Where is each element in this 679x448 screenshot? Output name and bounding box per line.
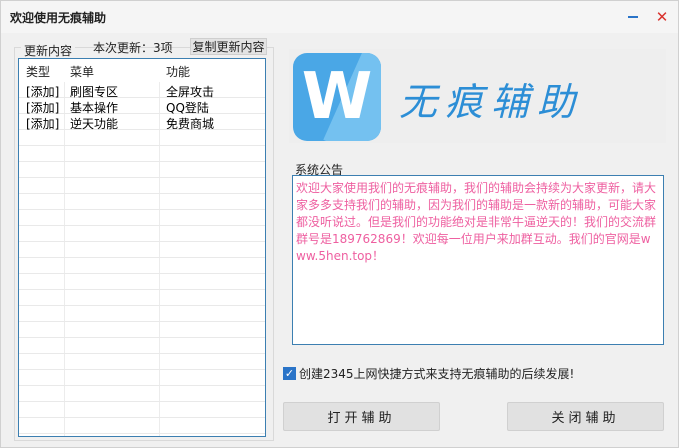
table-row[interactable] <box>19 322 265 338</box>
app-logo: W <box>293 53 381 141</box>
table-row[interactable] <box>19 306 265 322</box>
table-row[interactable]: [添加] 刷图专区 全屏攻击 <box>19 82 265 99</box>
table-row[interactable]: [添加] 逆天功能 免费商城 <box>19 114 265 131</box>
updates-list[interactable]: 类型 菜单 功能 [添加] 刷图专区 全屏攻击 [添加] 基本操作 QQ登陆 [添加] 逆天功… <box>18 58 266 437</box>
table-row[interactable] <box>19 162 265 178</box>
open-assistant-button[interactable]: 打开辅助 <box>283 402 440 431</box>
close-button[interactable]: ✕ <box>652 7 672 27</box>
column-header-function[interactable]: 功能 <box>166 63 190 80</box>
list-header: 类型 菜单 功能 <box>19 59 265 82</box>
window-title: 欢迎使用无痕辅助 <box>10 11 107 25</box>
table-row[interactable] <box>19 290 265 306</box>
table-row[interactable] <box>19 242 265 258</box>
table-row[interactable] <box>19 226 265 242</box>
logo-banner: W 无痕辅助 <box>289 49 666 143</box>
table-row[interactable]: [添加] 基本操作 QQ登陆 <box>19 98 265 115</box>
table-row[interactable] <box>19 210 265 226</box>
update-count: 本次更新：3项 <box>93 41 173 55</box>
shortcut-checkbox[interactable]: ✓ <box>283 367 296 380</box>
table-row[interactable] <box>19 386 265 402</box>
table-row[interactable] <box>19 178 265 194</box>
notice-textarea[interactable]: 欢迎大家使用我们的无痕辅助，我们的辅助会持续为大家更新，请大家多多支持我们的辅助… <box>292 175 664 345</box>
column-header-menu[interactable]: 菜单 <box>70 63 94 80</box>
shortcut-checkbox-row[interactable]: ✓ 创建2345上网快捷方式来支持无痕辅助的后续发展! <box>283 365 574 382</box>
logo-text: 无痕辅助 <box>399 80 584 124</box>
updates-group-title: 更新内容 <box>21 42 76 59</box>
notice-text: 欢迎大家使用我们的无痕辅助，我们的辅助会持续为大家更新，请大家多多支持我们的辅助… <box>296 181 657 263</box>
table-row[interactable] <box>19 258 265 274</box>
close-icon: ✕ <box>655 7 669 26</box>
close-assistant-button[interactable]: 关闭辅助 <box>507 402 664 431</box>
app-window: 欢迎使用无痕辅助 ✕ 更新内容 本次更新：3项 复制更新内容 类型 菜单 功能 … <box>0 0 679 448</box>
minimize-button[interactable] <box>623 7 643 27</box>
copy-updates-button[interactable]: 复制更新内容 <box>190 38 267 55</box>
table-row[interactable] <box>19 402 265 418</box>
table-row[interactable] <box>19 370 265 386</box>
table-row[interactable] <box>19 130 265 146</box>
table-row[interactable] <box>19 146 265 162</box>
table-row[interactable] <box>19 418 265 434</box>
table-row[interactable] <box>19 274 265 290</box>
shortcut-checkbox-label: 创建2345上网快捷方式来支持无痕辅助的后续发展! <box>299 367 575 381</box>
column-header-type[interactable]: 类型 <box>26 63 50 80</box>
logo-letter: W <box>301 60 373 134</box>
table-row[interactable] <box>19 194 265 210</box>
title-bar: 欢迎使用无痕辅助 ✕ <box>1 1 678 33</box>
table-row[interactable] <box>19 338 265 354</box>
minimize-icon <box>628 16 638 18</box>
table-row[interactable] <box>19 354 265 370</box>
